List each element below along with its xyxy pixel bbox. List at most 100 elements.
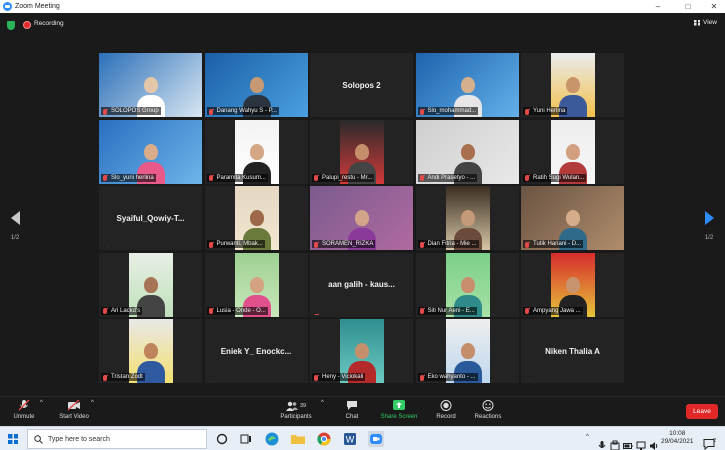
participant-name-text: Dian Fitria - Mie ... [427,241,477,247]
reactions-button[interactable]: Reactions [472,400,504,420]
participant-tile[interactable]: Solopos 2 [310,53,413,117]
participant-name-label: Yuni Herlina [523,107,568,115]
participant-tile[interactable]: Heny - Viciokali [310,319,413,383]
participant-name-center: Niken Thalia A [545,346,600,356]
participant-name-text: Eko wahyanto - ... [427,374,476,380]
security-shield-icon[interactable] [7,21,15,30]
muted-microphone-icon [314,241,318,248]
participant-tile[interactable]: Andi Prasetyo - ... [415,119,519,184]
share-screen-icon [393,400,405,410]
participant-tile[interactable]: aan galih - kaus... [310,252,413,317]
participant-tile[interactable]: Purwanti. Mbak... [204,186,308,250]
task-view-icon[interactable] [238,431,254,447]
muted-microphone-icon [525,380,529,381]
chrome-browser-icon[interactable] [316,431,332,447]
participant-tile[interactable]: Paramita Kusum... [204,119,308,184]
previous-page-button[interactable]: 1/2 [5,211,25,241]
participant-name-label: SORAMEN_RIZKA [312,240,376,248]
edge-browser-icon[interactable] [264,431,280,447]
network-icon[interactable] [636,434,646,450]
chat-label: Chat [345,414,359,420]
participant-tile[interactable]: Eko wahyanto - ... [415,319,519,383]
record-label: Record [436,414,456,420]
unmute-button[interactable]: Unmute [10,400,38,420]
participant-tile[interactable]: Palupi_restu - Mr... [310,119,413,184]
search-icon [34,434,43,444]
show-hidden-icons-chevron-icon[interactable]: ^ [586,434,589,450]
participant-name-label [101,246,113,248]
participant-tile[interactable]: Ari Lackd's [99,252,202,317]
participant-tile[interactable]: Tutik Hariani - D... [521,186,624,250]
participant-name-text: Tristan Zodt [111,374,143,380]
muted-microphone-icon [208,380,213,381]
windows-start-icon[interactable] [8,434,18,444]
participant-tile[interactable]: Eniek Y_ Enockc... [204,319,308,383]
participant-name-text: Paramita Kusum... [216,174,266,181]
participant-tile[interactable]: Syaiful_Qowiy-T... [99,186,202,250]
file-explorer-icon[interactable] [290,431,306,447]
muted-microphone-icon [103,374,107,381]
participant-name-text: Ampyang Jawa ... [533,307,581,314]
participant-tile[interactable]: Ratih Sugi Wulan... [521,119,624,184]
next-page-button[interactable]: 1/2 [699,211,719,241]
start-video-button[interactable]: Start Video [55,400,93,420]
participant-name-center: Eniek Y_ Enockc... [220,346,292,356]
video-options-chevron-icon[interactable]: ^ [91,400,94,406]
volume-icon[interactable] [649,434,659,450]
participant-name-label: Siti Nur Aeni - E... [417,306,477,315]
participant-name-text: Andi Prasetyo - ... [427,174,476,181]
participant-tile[interactable]: Dian Fitria - Mie ... [415,186,519,250]
taskbar-clock[interactable]: 10:08 29/04/2021 [661,430,694,446]
participant-tile[interactable]: Tristan Zodt [99,319,202,383]
participant-name-text: Danang Wahyu S - P... [216,108,277,114]
muted-microphone-icon [419,374,424,381]
maximize-button[interactable]: □ [680,0,696,13]
audio-options-chevron-icon[interactable]: ^ [40,400,43,406]
participant-name-label: Dian Fitria - Mie ... [417,240,479,248]
muted-microphone-icon [208,108,213,115]
chat-button[interactable]: Chat [340,400,364,420]
arrow-left-icon [10,211,20,225]
participant-name-label: Tutik Hariani - D... [523,240,584,248]
reactions-label: Reactions [474,414,502,420]
word-app-icon[interactable]: W [342,431,358,447]
zoom-app: Zoom Meeting – □ ✕ Recording View 1/2 1/… [0,0,725,450]
muted-microphone-icon [419,241,424,248]
participant-name-text: Slo_mohammad... [427,108,477,114]
recording-label: Recording [34,20,64,27]
participants-count: 39 [299,402,307,409]
participant-name-label [207,379,219,381]
zoom-app-icon[interactable] [368,431,384,447]
participant-tile[interactable]: Danang Wahyu S - P... [204,53,308,117]
participants-options-chevron-icon[interactable]: ^ [321,400,324,406]
participant-name-label: SOLOPOS Group [101,107,161,115]
close-window-button[interactable]: ✕ [706,0,722,13]
clock-date: 29/04/2021 [661,438,694,445]
participant-tile[interactable]: SOLOPOS Group [99,53,202,117]
muted-microphone-icon [419,175,424,181]
leave-button[interactable]: Leave [686,404,718,419]
muted-microphone-icon [525,241,529,248]
view-button[interactable]: View [694,19,717,26]
minimize-button[interactable]: – [650,0,666,13]
battery-icon[interactable] [623,434,633,450]
participant-tile[interactable]: SORAMEN_RIZKA [310,186,413,250]
participant-name-text: SORAMEN_RIZKA [322,241,374,247]
participant-tile[interactable]: Yuni Herlina [521,53,624,117]
taskbar-search-input[interactable]: Type here to search [27,429,207,449]
participant-tile[interactable]: Slo_mohammad... [415,53,519,117]
record-button[interactable]: Record [434,400,458,420]
participants-button[interactable]: 39 Participants [278,400,314,420]
participant-name-label: Ari Lackd's [101,306,143,315]
tray-security-icon[interactable] [610,434,620,450]
participant-tile[interactable]: Ampyang Jawa ... [521,252,624,317]
muted-microphone-icon [525,308,529,314]
share-screen-button[interactable]: Share Screen [378,400,420,420]
participant-tile[interactable]: Niken Thalia A [521,319,624,383]
participant-tile[interactable]: Slo_yuni herlina [99,119,202,184]
tray-microphone-icon[interactable] [598,434,606,450]
participant-tile[interactable]: Siti Nur Aeni - E... [415,252,519,317]
muted-microphone-icon [314,374,318,381]
participant-tile[interactable]: Lusia - Onde - O... [204,252,308,317]
cortana-icon[interactable] [214,431,230,447]
